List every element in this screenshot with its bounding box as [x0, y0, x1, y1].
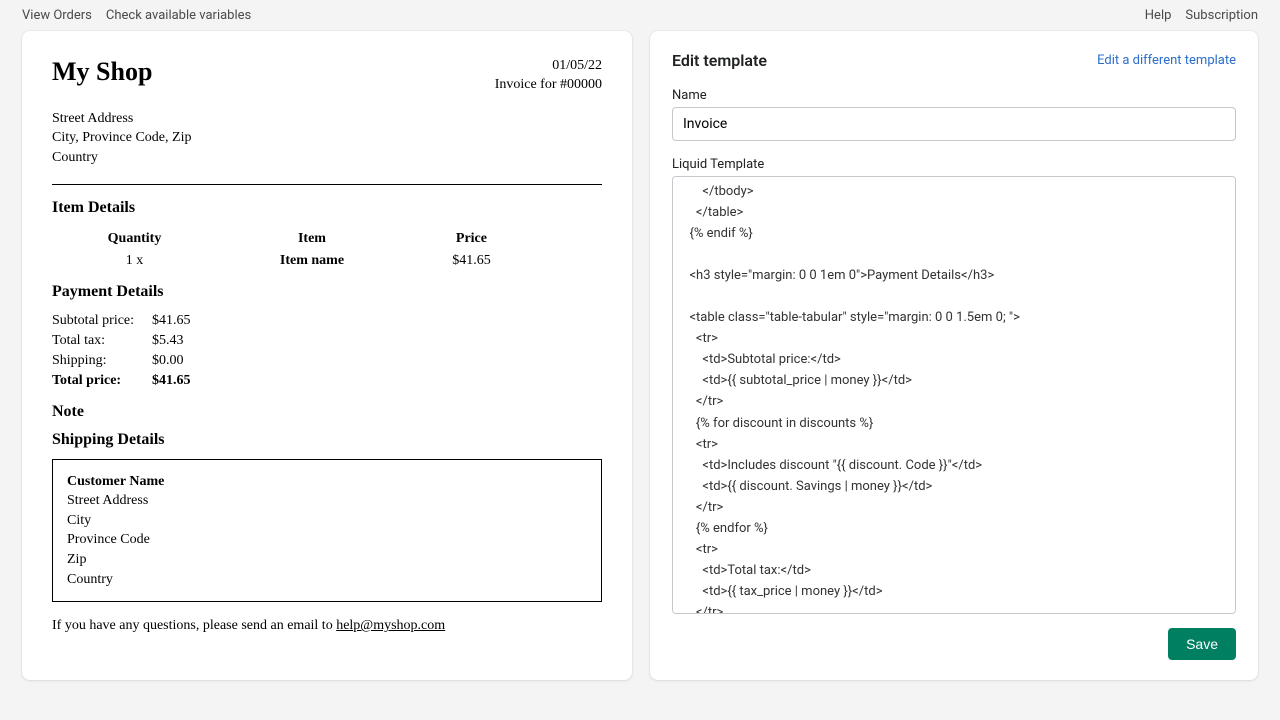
lbl-subtotal: Subtotal price: — [52, 311, 142, 331]
liquid-template-textarea[interactable] — [672, 176, 1236, 614]
template-name-input[interactable] — [672, 107, 1236, 141]
addr-street: Street Address — [52, 109, 602, 129]
col-qty: Quantity — [52, 227, 217, 251]
invoice-preview: My Shop 01/05/22 Invoice for #00000 Stre… — [22, 31, 632, 680]
shipping-heading: Shipping Details — [52, 431, 602, 449]
lbl-ship: Shipping: — [52, 351, 142, 371]
item-details-heading: Item Details — [52, 199, 602, 217]
col-item: Item — [217, 227, 407, 251]
divider — [52, 184, 602, 185]
val-tax: $5.43 — [142, 331, 199, 351]
template-editor: Edit template Edit a different template … — [650, 31, 1258, 680]
edit-different-link[interactable]: Edit a different template — [1097, 53, 1236, 68]
table-row: 1 x Item name $41.65 — [52, 251, 536, 271]
nav-help[interactable]: Help — [1145, 8, 1172, 23]
ship-province: Province Code — [67, 530, 587, 550]
val-subtotal: $41.65 — [142, 311, 199, 331]
val-ship: $0.00 — [142, 351, 199, 371]
nav-check-variables[interactable]: Check available variables — [106, 8, 251, 23]
addr-city: City, Province Code, Zip — [52, 128, 602, 148]
payment-table: Subtotal price:$41.65 Total tax:$5.43 Sh… — [52, 311, 199, 391]
footer-email-link[interactable]: help@myshop.com — [336, 618, 445, 633]
footer-text: If you have any questions, please send a… — [52, 618, 336, 633]
cell-qty: 1 x — [52, 251, 217, 271]
cell-price: $41.65 — [407, 251, 536, 271]
footer-note: If you have any questions, please send a… — [52, 618, 602, 634]
payment-heading: Payment Details — [52, 283, 602, 301]
items-table: Quantity Item Price 1 x Item name $41.65 — [52, 227, 536, 271]
shipping-box: Customer Name Street Address City Provin… — [52, 459, 602, 603]
name-label: Name — [672, 88, 1236, 103]
invoice-date: 01/05/22 — [495, 57, 602, 76]
liquid-label: Liquid Template — [672, 157, 1236, 172]
ship-country: Country — [67, 570, 587, 590]
shop-address: Street Address City, Province Code, Zip … — [52, 109, 602, 168]
addr-country: Country — [52, 148, 602, 168]
invoice-number: Invoice for #00000 — [495, 76, 602, 95]
ship-street: Street Address — [67, 491, 587, 511]
ship-zip: Zip — [67, 550, 587, 570]
val-total: $41.65 — [142, 371, 199, 391]
lbl-total: Total price: — [52, 371, 142, 391]
ship-customer: Customer Name — [67, 472, 587, 492]
lbl-tax: Total tax: — [52, 331, 142, 351]
ship-city: City — [67, 511, 587, 531]
shop-name: My Shop — [52, 57, 152, 87]
nav-subscription[interactable]: Subscription — [1185, 8, 1258, 23]
nav-view-orders[interactable]: View Orders — [22, 8, 92, 23]
save-button[interactable]: Save — [1168, 628, 1236, 660]
note-heading: Note — [52, 403, 602, 421]
topbar: View Orders Check available variables He… — [0, 0, 1280, 31]
col-price: Price — [407, 227, 536, 251]
editor-title: Edit template — [672, 51, 767, 70]
cell-name: Item name — [217, 251, 407, 271]
